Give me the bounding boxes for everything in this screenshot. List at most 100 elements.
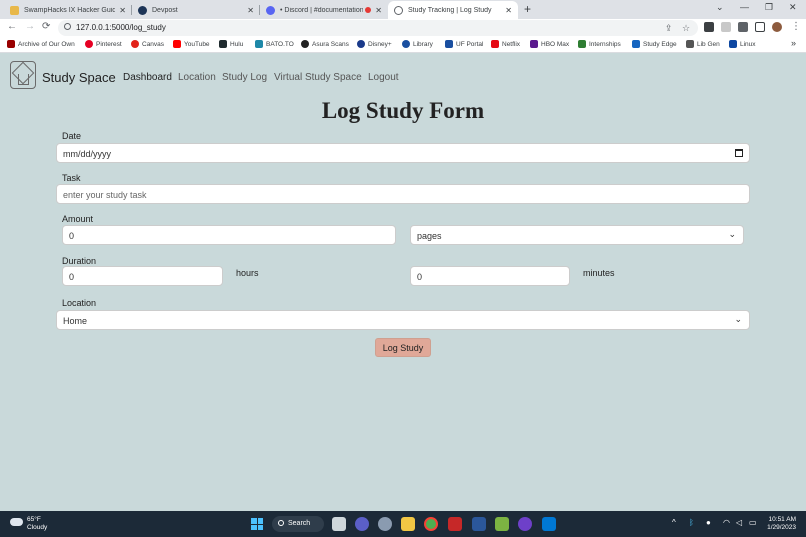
close-tab-icon[interactable]: ✕ — [247, 6, 254, 15]
log-study-button-label: Log Study — [382, 342, 424, 353]
teams-chat-icon[interactable] — [355, 517, 369, 531]
taskbar-clock[interactable]: 10:51 AM 1/29/2023 — [767, 516, 796, 532]
brand-name[interactable]: Study Space — [42, 70, 116, 85]
site-info-icon[interactable] — [64, 23, 71, 30]
clock-time: 10:51 AM — [768, 516, 796, 523]
settings-gear-icon[interactable] — [378, 517, 392, 531]
bookmark-label: Linux — [740, 40, 756, 48]
volume-icon[interactable]: ◁ — [736, 518, 742, 527]
side-panel-icon[interactable] — [755, 22, 765, 32]
chrome-icon[interactable] — [424, 517, 438, 531]
duration-label: Duration — [62, 256, 97, 266]
tab-title: SwampHacks IX Hacker Guide — [24, 6, 116, 14]
maximize-button[interactable]: ❐ — [765, 2, 773, 13]
bookmark-favicon-icon — [255, 40, 263, 48]
microphone-icon[interactable]: ● — [706, 518, 711, 527]
taskbar-search-button[interactable]: Search — [272, 516, 324, 532]
wifi-icon[interactable]: ◠ — [723, 518, 730, 527]
bookmark-item[interactable]: Hulu — [219, 40, 243, 48]
log-study-button[interactable]: Log Study — [375, 338, 431, 357]
bookmarks-overflow-button[interactable]: » — [791, 38, 796, 48]
bookmark-item[interactable]: Library — [402, 40, 433, 48]
nav-link-logout[interactable]: Logout — [368, 72, 399, 83]
bookmark-item[interactable]: Pinterest — [85, 40, 122, 48]
close-tab-icon[interactable]: ✕ — [505, 6, 512, 15]
browser-tab[interactable]: Devpost ✕ — [132, 1, 260, 19]
bookmark-label: Asura Scans — [312, 40, 349, 48]
nav-link-study-log[interactable]: Study Log — [222, 72, 267, 83]
show-hidden-icons-button[interactable]: ^ — [672, 518, 676, 527]
bluetooth-icon[interactable]: ᛒ — [689, 518, 694, 527]
close-tab-icon[interactable]: ✕ — [119, 6, 126, 15]
hours-unit-label: hours — [236, 268, 259, 278]
nav-link-virtual-study-space[interactable]: Virtual Study Space — [274, 72, 362, 83]
extensions-puzzle-icon[interactable] — [738, 22, 748, 32]
address-bar[interactable]: 127.0.0.1:5000/log_study ⇪ ☆ — [58, 20, 698, 36]
extension-icon[interactable] — [721, 22, 731, 32]
close-tab-icon[interactable]: ✕ — [375, 6, 382, 15]
file-explorer-icon[interactable] — [401, 517, 415, 531]
share-icon[interactable]: ⇪ — [665, 23, 673, 34]
date-input[interactable]: mm/dd/yyyy — [56, 143, 750, 163]
profile-avatar[interactable] — [772, 22, 782, 32]
bookmark-item[interactable]: Internships — [578, 40, 621, 48]
nav-link-dashboard[interactable]: Dashboard — [123, 72, 172, 83]
battery-icon[interactable]: ▭ — [749, 518, 757, 527]
browser-tab[interactable]: SwampHacks IX Hacker Guide ✕ — [4, 1, 132, 19]
word-icon[interactable] — [472, 517, 486, 531]
minimize-button[interactable]: — — [740, 2, 749, 12]
minutes-value: 0 — [417, 272, 423, 282]
amount-unit-select[interactable]: pages ⌄ — [410, 225, 744, 245]
reload-icon[interactable]: ⟳ — [42, 21, 50, 32]
minutes-input[interactable]: 0 — [410, 266, 570, 286]
browser-tab-strip: SwampHacks IX Hacker Guide ✕ Devpost ✕ •… — [0, 0, 806, 19]
bookmark-item[interactable]: Study Edge — [632, 40, 677, 48]
study-space-logo-icon[interactable] — [10, 61, 36, 89]
github-desktop-icon[interactable] — [518, 517, 532, 531]
search-icon — [278, 520, 284, 526]
bookmark-label: Pinterest — [96, 40, 122, 48]
chevron-down-icon: ⌄ — [728, 229, 736, 239]
bookmark-item[interactable]: Disney+ — [357, 40, 392, 48]
cloudy-weather-icon[interactable] — [10, 518, 23, 526]
bookmark-item[interactable]: Archive of Our Own — [7, 40, 75, 48]
menu-kebab-icon[interactable]: ⋮ — [791, 21, 801, 32]
amount-input[interactable]: 0 — [62, 225, 396, 245]
back-icon[interactable]: ← — [7, 21, 17, 32]
bookmark-item[interactable]: Asura Scans — [301, 40, 349, 48]
bookmark-item[interactable]: YouTube — [173, 40, 210, 48]
globe-favicon-icon — [394, 5, 403, 15]
windows-start-icon[interactable] — [251, 518, 263, 530]
game-app-icon[interactable] — [448, 517, 462, 531]
browser-tab-active[interactable]: Study Tracking | Log Study ✕ — [388, 1, 518, 19]
forward-icon[interactable]: → — [25, 21, 35, 32]
bookmark-star-icon[interactable]: ☆ — [682, 23, 690, 34]
bookmark-item[interactable]: UF Portal — [445, 40, 483, 48]
extension-icon[interactable] — [704, 22, 714, 32]
vscode-icon[interactable] — [542, 517, 556, 531]
bookmark-item[interactable]: Lib Gen — [686, 40, 720, 48]
weather-widget[interactable]: 65°F Cloudy — [27, 516, 47, 532]
taskbar-search-label: Search — [288, 520, 311, 527]
browser-tab[interactable]: • Discord | #documentation ✕ — [260, 1, 388, 19]
green-app-icon[interactable] — [495, 517, 509, 531]
chevron-down-icon: ⌄ — [734, 314, 742, 324]
bookmark-label: Lib Gen — [697, 40, 720, 48]
bookmarks-bar: Archive of Our Own Pinterest Canvas YouT… — [0, 37, 806, 53]
hours-input[interactable]: 0 — [62, 266, 223, 286]
bookmark-label: Internships — [589, 40, 621, 48]
bookmark-item[interactable]: HBO Max — [530, 40, 569, 48]
nav-link-location[interactable]: Location — [178, 72, 216, 83]
bookmark-item[interactable]: Netflix — [491, 40, 520, 48]
bookmark-item[interactable]: Linux — [729, 40, 756, 48]
location-select[interactable]: Home ⌄ — [56, 310, 750, 330]
bookmark-item[interactable]: BATO.TO — [255, 40, 294, 48]
tab-search-icon[interactable]: ⌄ — [716, 2, 724, 13]
bookmark-label: Canvas — [142, 40, 165, 48]
calendar-icon[interactable] — [735, 149, 743, 157]
task-input[interactable]: enter your study task — [56, 184, 750, 204]
close-window-button[interactable]: ✕ — [789, 2, 797, 13]
new-tab-button[interactable]: + — [524, 2, 531, 16]
task-view-icon[interactable] — [332, 517, 346, 531]
bookmark-item[interactable]: Canvas — [131, 40, 164, 48]
